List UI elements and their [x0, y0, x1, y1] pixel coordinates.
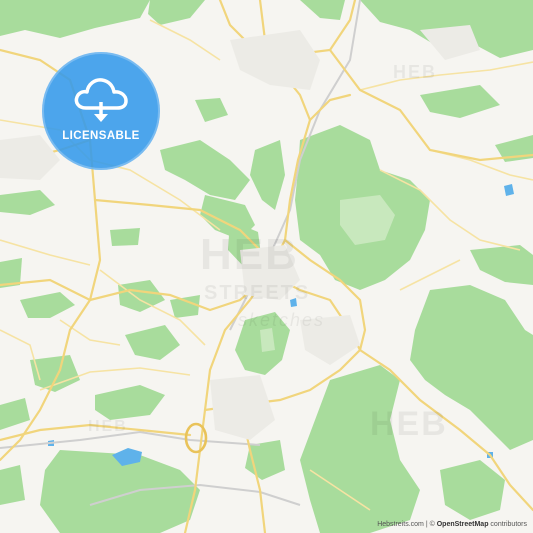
forest-patch — [0, 190, 55, 215]
forest-patch — [0, 465, 25, 505]
copyright-symbol: © — [429, 521, 435, 528]
urban-block — [210, 375, 275, 440]
watermark-brand-corner: HEB — [88, 418, 128, 435]
badge-label: LICENSABLE — [62, 130, 140, 142]
attribution-separator: | — [425, 521, 428, 528]
forest-patch — [118, 280, 165, 312]
forest-patch — [125, 325, 180, 360]
forest-patch — [440, 460, 505, 520]
watermark-streets: STREETS — [204, 282, 311, 304]
road — [399, 259, 461, 291]
forest-patch — [250, 140, 285, 210]
attribution-site-link[interactable]: Hebstreits.com — [377, 521, 424, 528]
urban-block — [420, 25, 480, 60]
cloud-download-icon — [74, 78, 128, 122]
forest-patch — [420, 85, 500, 118]
forest-patch — [95, 385, 165, 420]
watermark-brand: HEB — [200, 230, 299, 279]
pond — [504, 184, 514, 196]
forest-patch — [170, 295, 200, 318]
forest-patch — [148, 0, 205, 25]
forest-patch — [0, 0, 150, 38]
interchange — [184, 422, 208, 454]
railway-line — [0, 430, 261, 449]
urban-block — [230, 30, 320, 90]
forest-patch — [245, 440, 285, 480]
forest-patch — [160, 140, 250, 200]
map-attribution: Hebstreits.com | © OpenStreetMap contrib… — [377, 521, 527, 528]
forest-patch — [0, 398, 30, 430]
attribution-osm-link[interactable]: OpenStreetMap — [437, 521, 489, 528]
forest-patch — [20, 292, 75, 318]
watermark-tagline: sketches — [238, 310, 326, 330]
attribution-suffix: contributors — [490, 521, 527, 528]
forest-patch — [110, 228, 140, 246]
forest-patch — [470, 245, 533, 285]
road — [359, 61, 533, 91]
watermark-brand-corner: HEB — [370, 405, 448, 443]
watermark-brand-corner: HEB — [393, 62, 438, 82]
forest-patch — [300, 0, 345, 20]
forest-patch — [300, 365, 420, 533]
roundabout — [184, 422, 208, 454]
main-road — [308, 93, 352, 122]
licensable-badge[interactable]: LICENSABLE — [42, 52, 160, 170]
map-canvas[interactable]: HEB STREETS sketches HEB HEB HEB LICENSA… — [0, 0, 533, 533]
forest-patch — [195, 98, 228, 122]
road — [149, 19, 221, 61]
